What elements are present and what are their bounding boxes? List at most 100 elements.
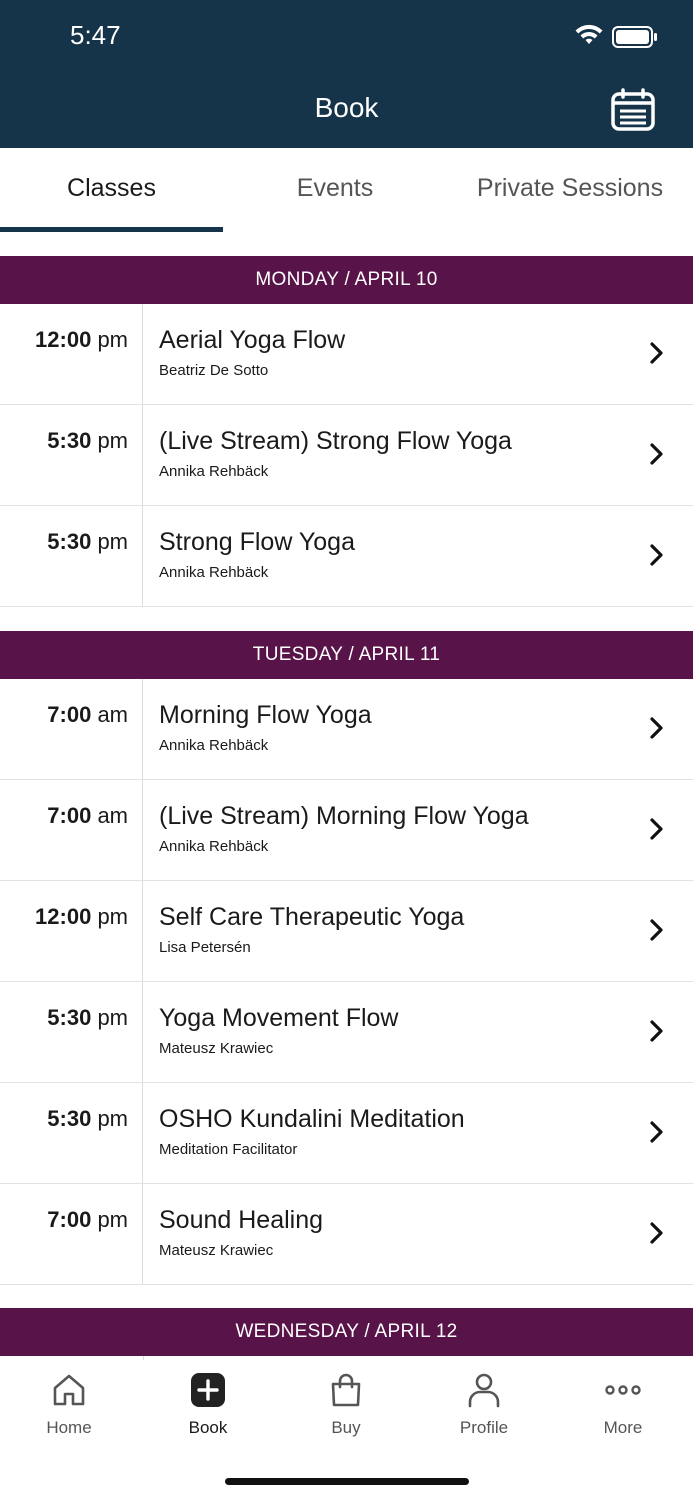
status-time: 5:47 <box>70 20 121 50</box>
class-time-ampm: am <box>97 803 128 828</box>
class-instructor: Beatriz De Sotto <box>159 362 269 379</box>
class-name: Aerial Yoga Flow <box>159 326 346 354</box>
class-row[interactable]: 5:30 pm (Live Stream) Strong Flow Yoga A… <box>0 405 693 506</box>
class-time-value: 5:30 <box>47 529 92 554</box>
day-header-tuesday: TUESDAY / APRIL 11 <box>0 631 693 679</box>
class-time: 7:00 am <box>47 803 128 829</box>
class-instructor: Mateusz Krawiec <box>159 1040 274 1057</box>
class-row[interactable]: 5:30 pm Strong Flow Yoga Annika Rehbäck <box>0 506 693 607</box>
calendar-icon[interactable] <box>610 88 656 132</box>
time-column: 5:30 pm <box>0 405 143 505</box>
nav-profile[interactable]: Profile <box>434 1372 534 1438</box>
class-time: 5:30 pm <box>47 428 128 454</box>
class-instructor: Annika Rehbäck <box>159 564 269 581</box>
class-row[interactable]: 12:00 pm Self Care Therapeutic Yoga Lisa… <box>0 881 693 982</box>
class-instructor: Annika Rehbäck <box>159 463 269 480</box>
class-time-ampm: pm <box>97 428 128 453</box>
person-icon <box>468 1373 500 1408</box>
section-gap <box>0 1285 693 1309</box>
time-column: 7:00 am <box>0 780 143 880</box>
chevron-right-icon <box>650 1222 663 1244</box>
time-column: 5:30 pm <box>0 506 143 606</box>
class-row[interactable]: 7:00 am Morning Flow Yoga Annika Rehbäck <box>0 679 693 780</box>
nav-buy-label: Buy <box>331 1418 361 1437</box>
nav-more[interactable]: More <box>573 1372 673 1438</box>
tab-classes[interactable]: Classes <box>0 174 223 203</box>
class-time: 7:00 am <box>47 702 128 728</box>
class-name: OSHO Kundalini Meditation <box>159 1105 465 1133</box>
class-time-value: 5:30 <box>47 1106 92 1131</box>
time-column: 7:00 am <box>0 679 143 779</box>
nav-buy[interactable]: Buy <box>296 1372 396 1438</box>
class-instructor: Annika Rehbäck <box>159 737 269 754</box>
chevron-right-icon <box>650 443 663 465</box>
tab-events[interactable]: Events <box>223 174 447 203</box>
page-title: Book <box>314 92 379 123</box>
chevron-right-icon <box>650 1020 663 1042</box>
day-header-monday: MONDAY / APRIL 10 <box>0 256 693 304</box>
nav-book-label: Book <box>188 1418 228 1437</box>
class-instructor: Lisa Petersén <box>159 939 251 956</box>
section-gap <box>0 607 693 631</box>
time-column: 12:00 pm <box>0 881 143 981</box>
shopping-bag-icon <box>331 1373 361 1407</box>
nav-home-label: Home <box>46 1418 92 1437</box>
active-tab-indicator <box>0 227 223 232</box>
day-header-wednesday: WEDNESDAY / APRIL 12 <box>0 1308 693 1356</box>
class-time: 12:00 pm <box>35 904 128 930</box>
class-time: 5:30 pm <box>47 1106 128 1132</box>
nav-home[interactable]: Home <box>19 1372 119 1438</box>
class-time-ampm: pm <box>97 1005 128 1030</box>
chevron-right-icon <box>650 544 663 566</box>
class-time: 5:30 pm <box>47 529 128 555</box>
class-time-ampm: am <box>97 702 128 727</box>
class-time-ampm: pm <box>97 1106 128 1131</box>
class-name: (Live Stream) Strong Flow Yoga <box>159 427 512 455</box>
battery-icon <box>612 26 657 48</box>
class-time: 12:00 pm <box>35 327 128 353</box>
class-time-ampm: pm <box>97 1207 128 1232</box>
class-time-value: 7:00 <box>47 1207 92 1232</box>
class-instructor: Meditation Facilitator <box>159 1141 298 1158</box>
time-column: 7:00 pm <box>0 1184 143 1284</box>
time-column: 5:30 pm <box>0 982 143 1082</box>
class-time-value: 7:00 <box>47 702 92 727</box>
time-column: 12:00 pm <box>0 304 143 404</box>
class-name: Morning Flow Yoga <box>159 701 372 729</box>
class-row[interactable]: 5:30 pm Yoga Movement Flow Mateusz Krawi… <box>0 982 693 1083</box>
class-time-value: 12:00 <box>35 904 92 929</box>
class-row[interactable]: 7:00 am (Live Stream) Morning Flow Yoga … <box>0 780 693 881</box>
list-continuation <box>0 1356 693 1360</box>
class-time: 5:30 pm <box>47 1005 128 1031</box>
class-row[interactable]: 5:30 pm OSHO Kundalini Meditation Medita… <box>0 1083 693 1184</box>
tab-private-sessions[interactable]: Private Sessions <box>447 174 693 203</box>
app-header: 5:47 Book <box>0 0 693 148</box>
class-name: Self Care Therapeutic Yoga <box>159 903 465 931</box>
class-row[interactable]: 12:00 pm Aerial Yoga Flow Beatriz De Sot… <box>0 304 693 405</box>
class-time-ampm: pm <box>97 529 128 554</box>
plus-square-icon <box>191 1373 225 1407</box>
class-time-value: 5:30 <box>47 1005 92 1030</box>
class-instructor: Annika Rehbäck <box>159 838 269 855</box>
class-time: 7:00 pm <box>47 1207 128 1233</box>
class-time-value: 7:00 <box>47 803 92 828</box>
nav-profile-label: Profile <box>459 1418 509 1437</box>
class-instructor: Mateusz Krawiec <box>159 1242 274 1259</box>
chevron-right-icon <box>650 1121 663 1143</box>
class-row[interactable]: 7:00 pm Sound Healing Mateusz Krawiec <box>0 1184 693 1285</box>
chevron-right-icon <box>650 342 663 364</box>
class-time-value: 5:30 <box>47 428 92 453</box>
time-column: 5:30 pm <box>0 1083 143 1183</box>
wifi-icon <box>575 24 603 44</box>
home-indicator[interactable] <box>225 1478 469 1485</box>
class-time-value: 12:00 <box>35 327 92 352</box>
tab-bar: Classes Events Private Sessions <box>0 148 693 232</box>
class-name: Yoga Movement Flow <box>159 1004 399 1032</box>
class-name: Strong Flow Yoga <box>159 528 355 556</box>
class-name: (Live Stream) Morning Flow Yoga <box>159 802 529 830</box>
chevron-right-icon <box>650 717 663 739</box>
chevron-right-icon <box>650 919 663 941</box>
nav-book[interactable]: Book <box>158 1372 258 1438</box>
chevron-right-icon <box>650 818 663 840</box>
class-time-ampm: pm <box>97 327 128 352</box>
